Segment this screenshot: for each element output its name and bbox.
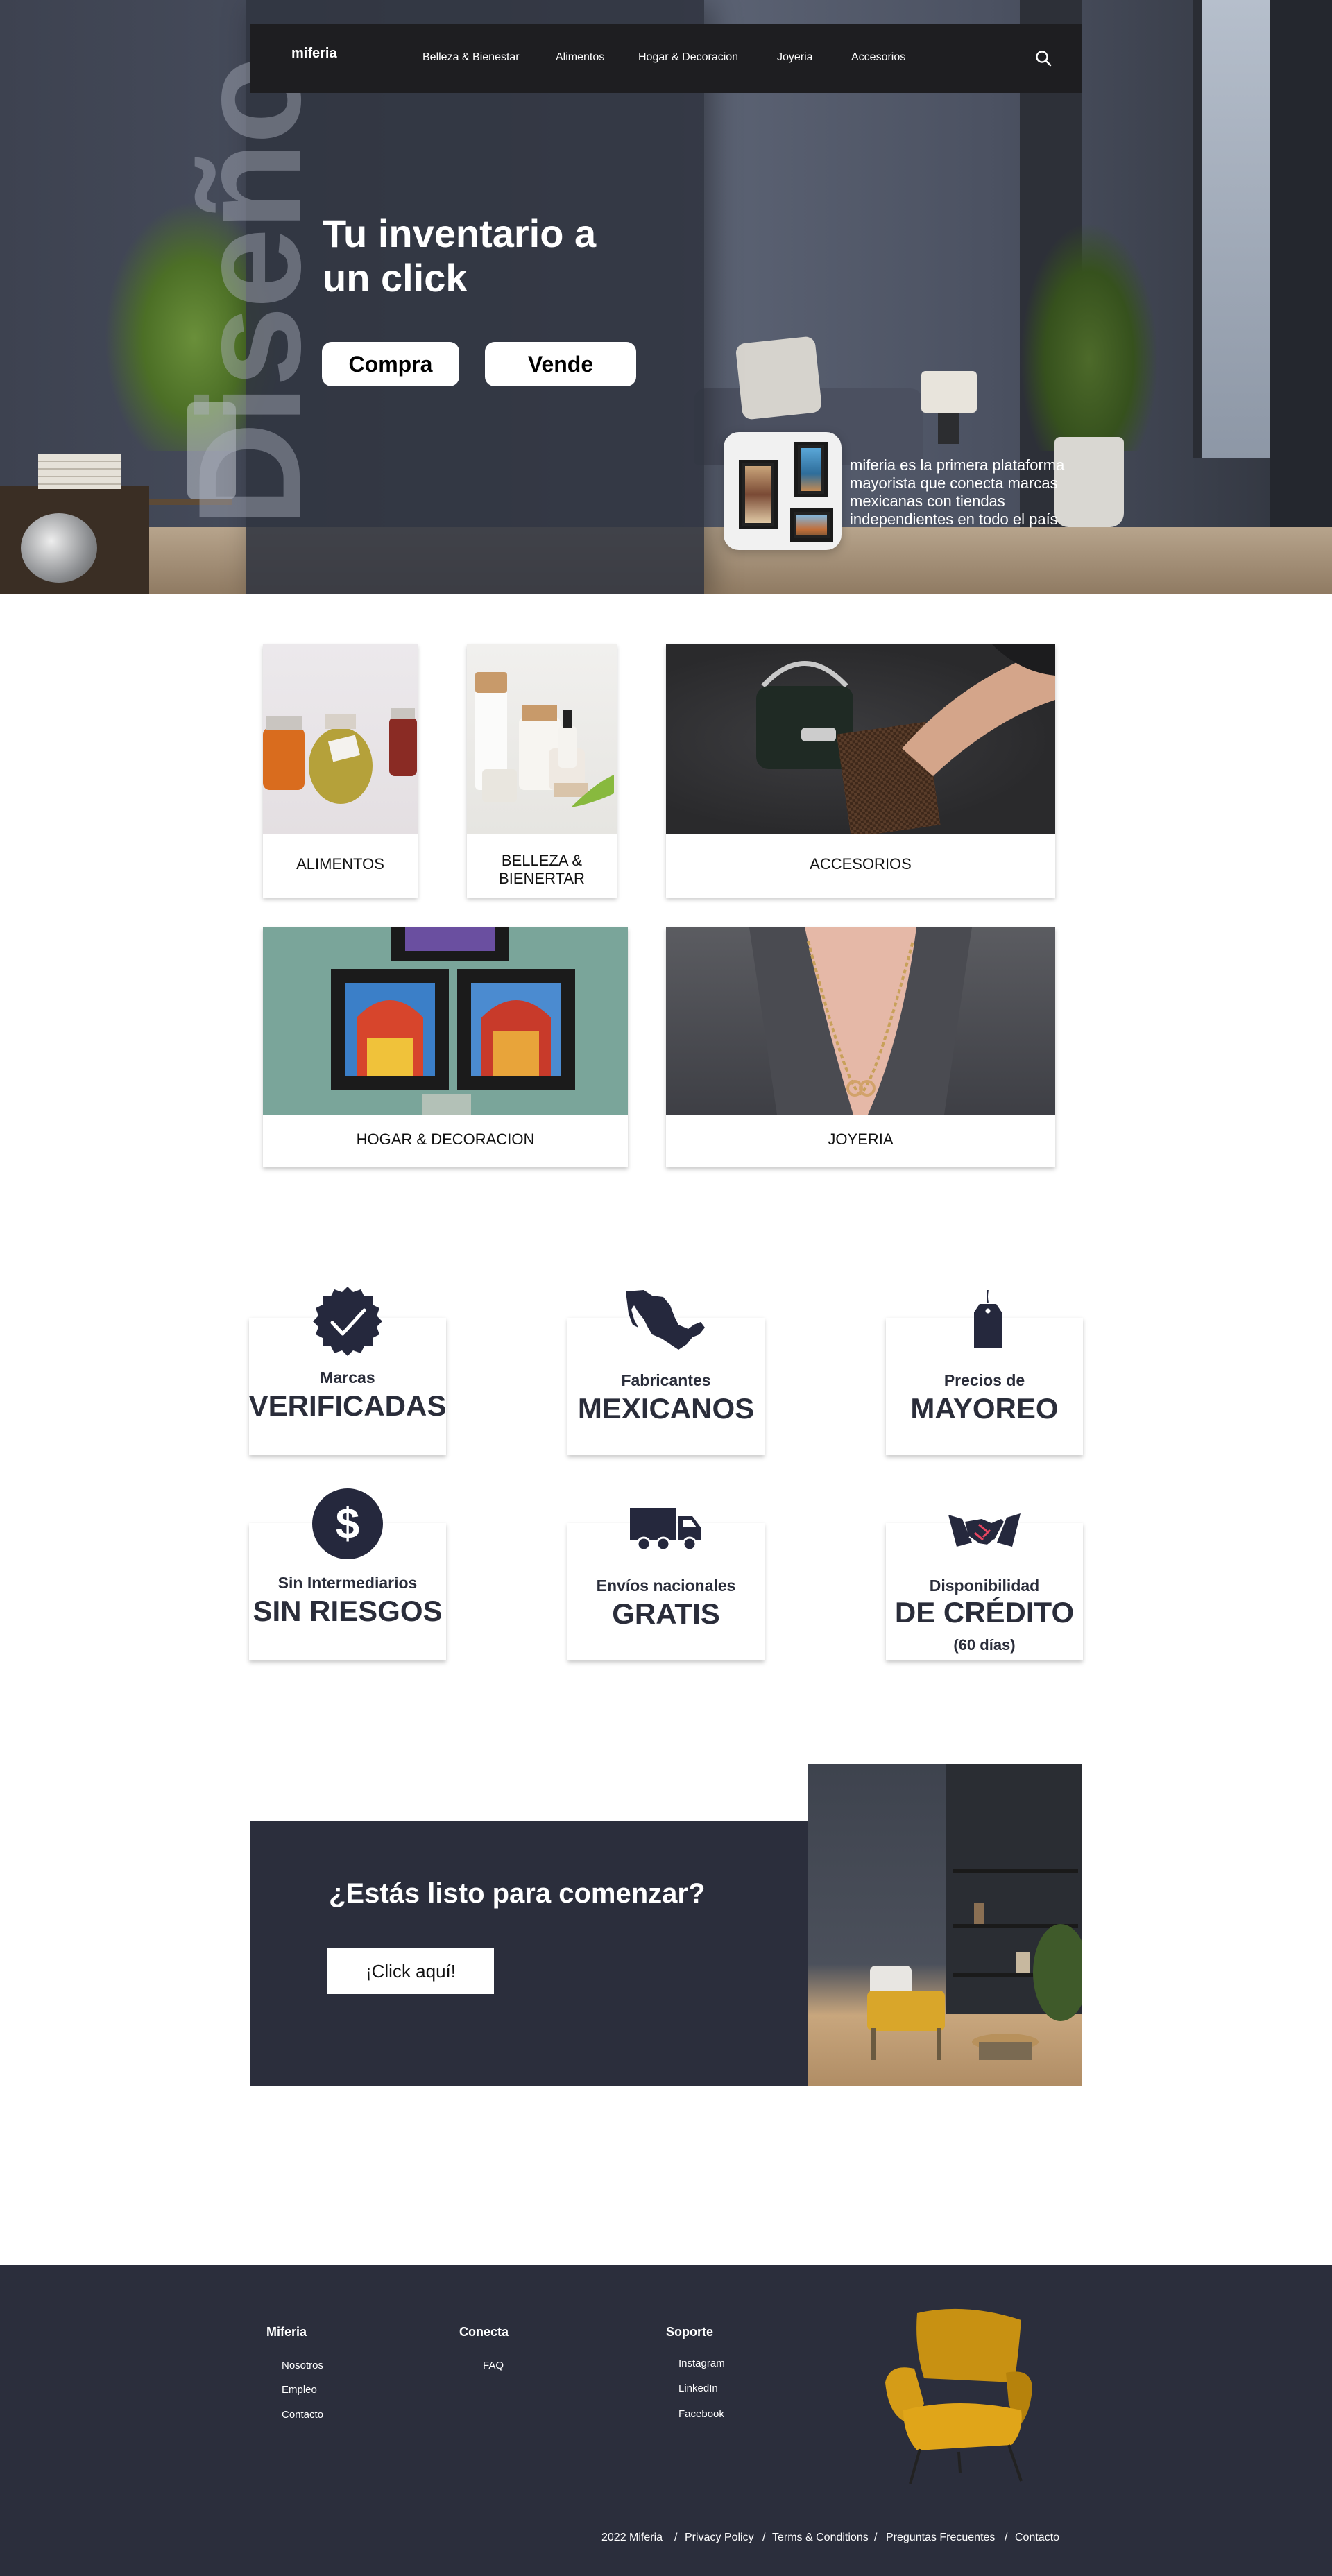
footer: Miferia Nosotros Empleo Contacto Conecta… bbox=[0, 2265, 1332, 2576]
category-card-belleza[interactable]: BELLEZA & BIENERTAR bbox=[467, 644, 617, 898]
handshake-icon bbox=[948, 1513, 1021, 1547]
frame-artwork bbox=[794, 442, 828, 497]
category-card-alimentos[interactable]: ALIMENTOS bbox=[263, 644, 418, 898]
footer-separator: / bbox=[674, 2532, 678, 2543]
mexico-map-icon bbox=[626, 1290, 705, 1350]
frame-artwork bbox=[739, 460, 778, 529]
footer-link-privacy[interactable]: Privacy Policy bbox=[685, 2532, 754, 2544]
footer-separator: / bbox=[1005, 2532, 1008, 2543]
hero-window-frame bbox=[1270, 0, 1332, 594]
dollar-coin-icon: $ bbox=[312, 1488, 383, 1559]
footer-link-faq[interactable]: FAQ bbox=[483, 2360, 504, 2371]
feature-small-text: Envíos nacionales bbox=[596, 1577, 736, 1595]
footer-link-terms[interactable]: Terms & Conditions bbox=[772, 2532, 869, 2544]
hero-plant-right bbox=[1020, 222, 1159, 451]
footer-link-facebook[interactable]: Facebook bbox=[678, 2408, 724, 2420]
category-label: BELLEZA & BIENERTAR bbox=[499, 852, 585, 887]
category-image-alimentos bbox=[263, 644, 418, 834]
logo[interactable]: miferia bbox=[291, 46, 337, 62]
footer-armchair-image bbox=[885, 2308, 1032, 2484]
category-card-joyeria[interactable]: JOYERIA bbox=[666, 927, 1055, 1167]
category-label: ALIMENTOS bbox=[296, 855, 384, 873]
category-image-belleza bbox=[467, 644, 617, 834]
category-image-accesorios bbox=[666, 644, 1055, 834]
nav-item-accesorios[interactable]: Accesorios bbox=[851, 51, 905, 64]
click-aqui-button[interactable]: ¡Click aquí! bbox=[327, 1948, 494, 1994]
footer-heading-miferia: Miferia bbox=[266, 2325, 307, 2339]
hero-decor-sphere bbox=[21, 513, 97, 583]
nav-item-hogar[interactable]: Hogar & Decoracion bbox=[638, 51, 738, 64]
footer-separator: / bbox=[874, 2532, 878, 2543]
footer-heading-conecta: Conecta bbox=[459, 2325, 509, 2339]
feature-big-text: MAYOREO bbox=[910, 1392, 1059, 1425]
footer-heading-soporte: Soporte bbox=[666, 2325, 714, 2339]
nav-item-alimentos[interactable]: Alimentos bbox=[556, 51, 604, 64]
price-tag-icon bbox=[974, 1290, 1002, 1348]
cta-title: ¿Estás listo para comenzar? bbox=[329, 1878, 706, 1909]
hero-books bbox=[38, 454, 121, 489]
feature-small-text: Precios de bbox=[944, 1371, 1025, 1389]
hero-frames-card bbox=[724, 432, 842, 550]
feature-note-text: (60 días) bbox=[953, 1636, 1016, 1654]
hero-lamp bbox=[921, 371, 977, 413]
hero-blurb: miferia es la primera plataforma mayoris… bbox=[850, 456, 1065, 528]
footer-link-instagram[interactable]: Instagram bbox=[678, 2358, 725, 2369]
nav-item-joyeria[interactable]: Joyeria bbox=[777, 51, 813, 64]
feature-small-text: Marcas bbox=[320, 1368, 375, 1386]
category-label: ACCESORIOS bbox=[810, 855, 912, 873]
feature-big-text: MEXICANOS bbox=[577, 1392, 755, 1425]
feature-big-text: DE CRÉDITO bbox=[894, 1596, 1075, 1629]
footer-link-faq-bottom[interactable]: Preguntas Frecuentes bbox=[886, 2532, 995, 2544]
footer-link-linkedin[interactable]: LinkedIn bbox=[678, 2382, 718, 2394]
cta-panel: ¿Estás listo para comenzar? ¡Click aquí! bbox=[250, 1821, 808, 2086]
svg-text:$: $ bbox=[336, 1500, 359, 1548]
verified-badge-icon bbox=[313, 1287, 382, 1356]
category-image-hogar bbox=[263, 927, 628, 1115]
footer-link-nosotros[interactable]: Nosotros bbox=[282, 2360, 323, 2371]
category-card-accesorios[interactable]: ACCESORIOS bbox=[666, 644, 1055, 898]
hero-window bbox=[1193, 0, 1270, 458]
footer-link-contacto-bottom[interactable]: Contacto bbox=[1015, 2532, 1059, 2544]
feature-small-text: Disponibilidad bbox=[929, 1577, 1040, 1595]
feature-small-text: Sin Intermediarios bbox=[278, 1574, 418, 1592]
category-card-hogar[interactable]: HOGAR & DECORACION bbox=[263, 927, 628, 1167]
cta-room-image bbox=[808, 1764, 1082, 2086]
nav-item-belleza[interactable]: Belleza & Bienestar bbox=[422, 51, 520, 64]
footer-link-contacto[interactable]: Contacto bbox=[282, 2409, 323, 2421]
truck-icon bbox=[630, 1508, 701, 1552]
frame-artwork bbox=[790, 508, 833, 542]
footer-copyright: 2022 Miferia bbox=[601, 2532, 663, 2543]
compra-button[interactable]: Compra bbox=[322, 342, 459, 386]
footer-link-empleo[interactable]: Empleo bbox=[282, 2384, 317, 2396]
top-navbar: miferia Belleza & Bienestar Alimentos Ho… bbox=[250, 24, 1082, 93]
search-icon[interactable] bbox=[1034, 49, 1053, 68]
footer-separator: / bbox=[762, 2532, 766, 2543]
hero-vertical-word: Diseño bbox=[168, 58, 331, 527]
feature-big-text: GRATIS bbox=[612, 1597, 720, 1630]
category-label: JOYERIA bbox=[828, 1131, 894, 1148]
feature-big-text: SIN RIESGOS bbox=[253, 1595, 443, 1627]
hero-pillow bbox=[735, 336, 823, 420]
category-label: HOGAR & DECORACION bbox=[356, 1131, 535, 1148]
feature-big-text: VERIFICADAS bbox=[248, 1389, 447, 1422]
category-image-joyeria bbox=[666, 927, 1055, 1115]
hero-title: Tu inventario a un click bbox=[323, 212, 597, 300]
feature-small-text: Fabricantes bbox=[621, 1371, 711, 1389]
vende-button[interactable]: Vende bbox=[485, 342, 636, 386]
hero-lamp-base bbox=[938, 413, 959, 444]
